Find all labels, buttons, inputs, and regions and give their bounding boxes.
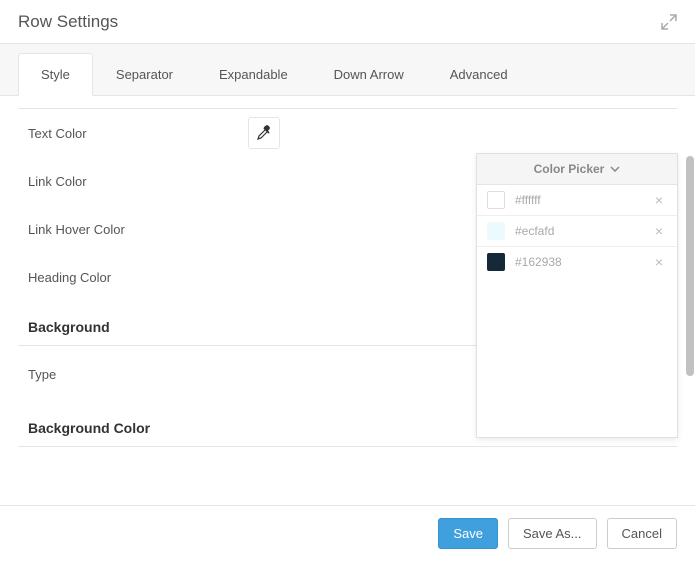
chevron-down-icon <box>610 166 620 172</box>
expand-icon[interactable] <box>661 14 677 30</box>
color-entry[interactable]: #162938 × <box>477 247 677 277</box>
label-text-color: Text Color <box>28 126 248 141</box>
content-area: Text Color Color Picker <box>0 96 695 516</box>
color-hex: #162938 <box>515 255 641 269</box>
close-icon[interactable]: × <box>651 224 667 238</box>
modal-footer: Save Save As... Cancel <box>0 505 695 561</box>
save-button[interactable]: Save <box>438 518 498 549</box>
color-entry[interactable]: #ecfafd × <box>477 216 677 247</box>
color-swatch <box>487 191 505 209</box>
color-hex: #ffffff <box>515 193 641 207</box>
tabs-bar: Style Separator Expandable Down Arrow Ad… <box>0 44 695 96</box>
color-entry[interactable]: #ffffff × <box>477 185 677 216</box>
scrollbar-track[interactable] <box>685 156 695 496</box>
close-icon[interactable]: × <box>651 193 667 207</box>
label-link-color: Link Color <box>28 174 248 189</box>
close-icon[interactable]: × <box>651 255 667 269</box>
color-swatch <box>487 253 505 271</box>
field-text-color: Text Color Color Picker <box>18 109 677 157</box>
color-picker-title: Color Picker <box>534 162 605 176</box>
label-heading-color: Heading Color <box>28 270 248 285</box>
tab-down-arrow[interactable]: Down Arrow <box>311 53 427 95</box>
save-as-button[interactable]: Save As... <box>508 518 597 549</box>
eyedropper-button[interactable] <box>248 117 280 149</box>
modal-title: Row Settings <box>18 12 118 32</box>
color-hex: #ecfafd <box>515 224 641 238</box>
tab-style[interactable]: Style <box>18 53 93 96</box>
tab-separator[interactable]: Separator <box>93 53 196 95</box>
modal-header: Row Settings <box>0 0 695 44</box>
label-type: Type <box>28 367 248 382</box>
cancel-button[interactable]: Cancel <box>607 518 677 549</box>
color-picker-panel: Color Picker #ffffff × #ecfafd × <box>476 153 678 438</box>
color-picker-header[interactable]: Color Picker <box>477 154 677 185</box>
scrollbar-thumb[interactable] <box>686 156 694 376</box>
color-picker-empty-area <box>477 277 677 437</box>
tab-expandable[interactable]: Expandable <box>196 53 311 95</box>
color-swatch <box>487 222 505 240</box>
label-link-hover-color: Link Hover Color <box>28 222 248 237</box>
tab-advanced[interactable]: Advanced <box>427 53 531 95</box>
